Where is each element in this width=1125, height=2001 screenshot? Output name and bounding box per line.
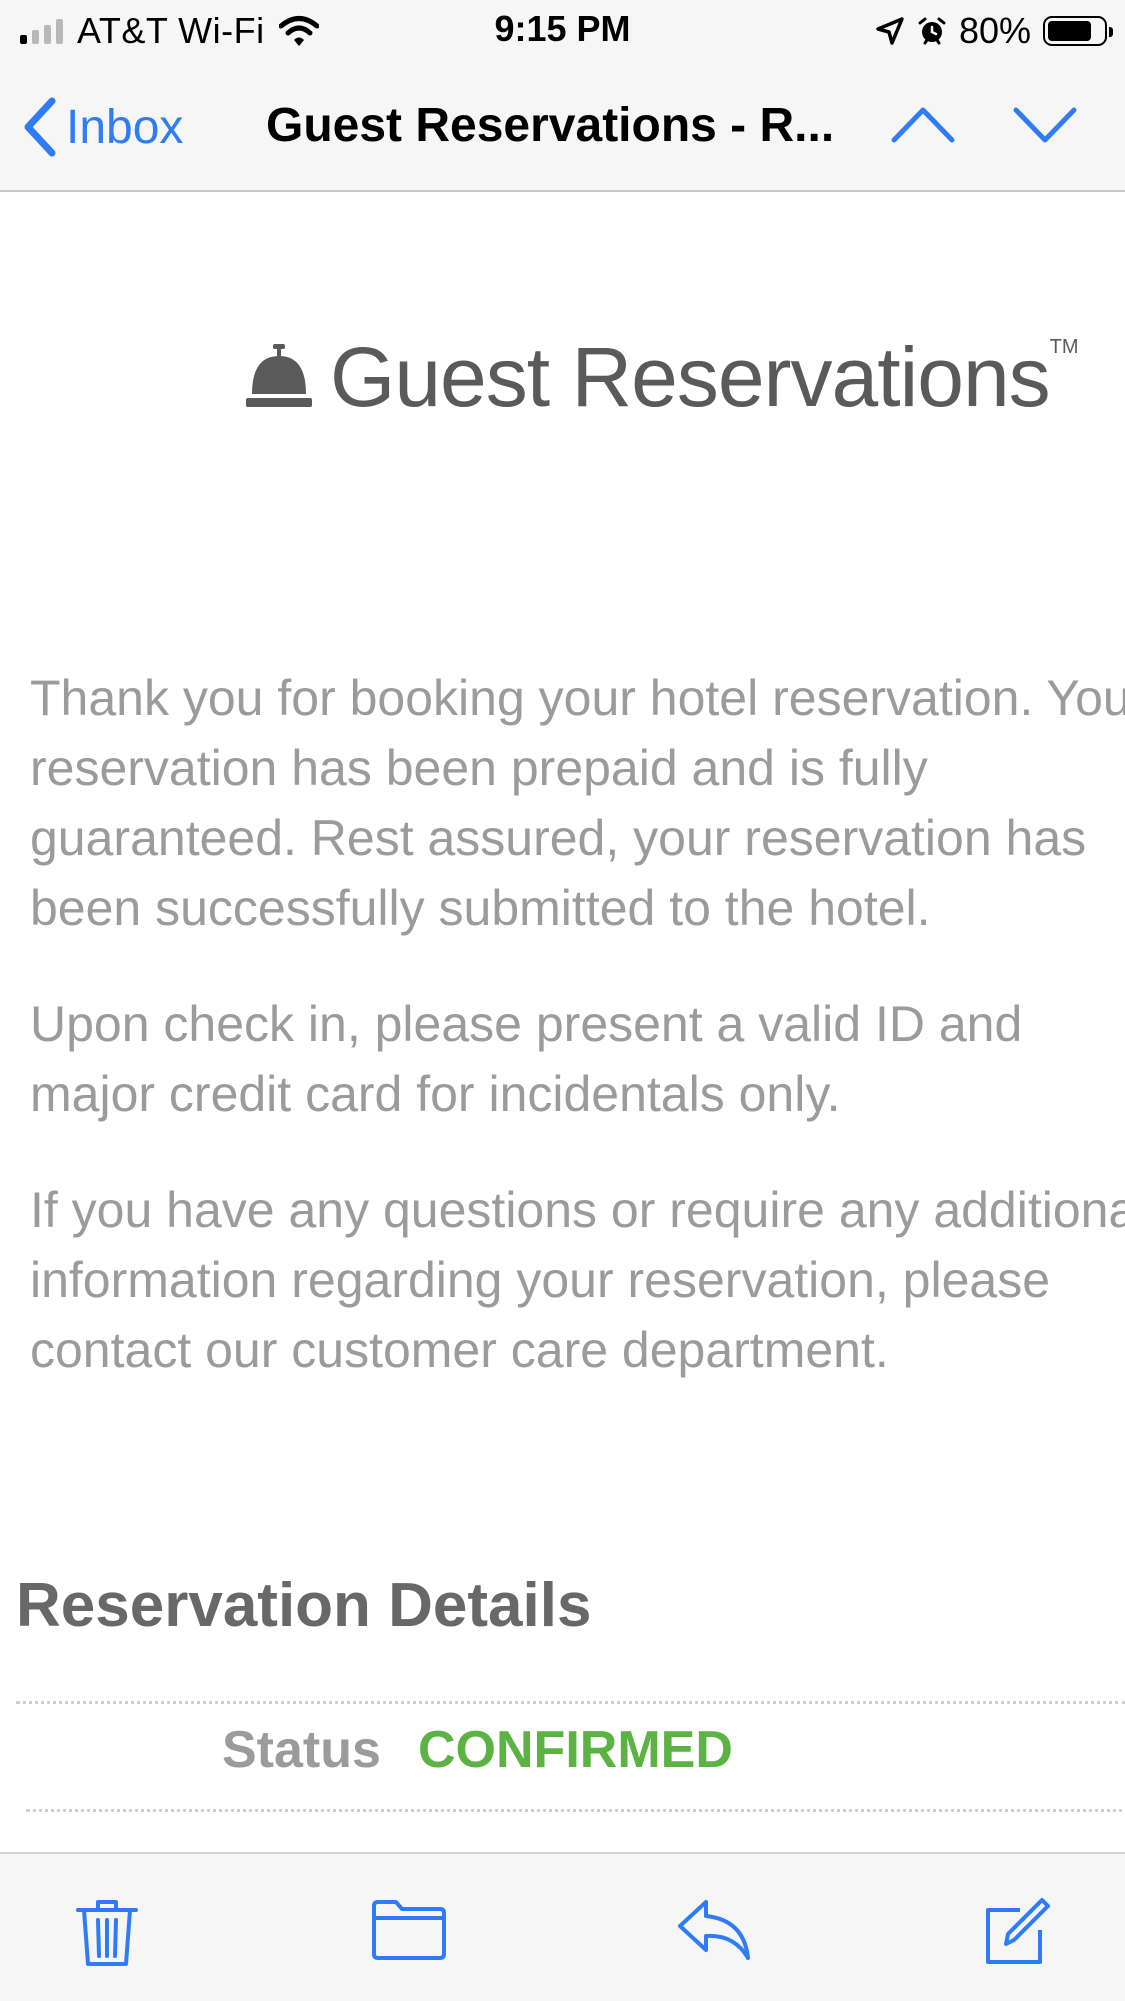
email-subject-title: Guest Reservations - R... bbox=[266, 99, 835, 152]
paragraph-line: major credit card for incidentals only. bbox=[30, 1066, 841, 1122]
battery-icon bbox=[1043, 16, 1113, 46]
previous-message-button[interactable] bbox=[890, 100, 956, 153]
reply-button[interactable] bbox=[676, 1896, 752, 1967]
reservation-details-heading: Reservation Details bbox=[16, 1571, 592, 1640]
chevron-left-icon bbox=[24, 97, 56, 157]
questions-paragraph: If you have any questions or require any… bbox=[30, 1175, 1125, 1385]
reply-icon bbox=[678, 1900, 750, 1960]
status-row: Status CONFIRMED bbox=[0, 1720, 1125, 1790]
check-in-paragraph: Upon check in, please present a valid ID… bbox=[30, 989, 1125, 1129]
paragraph-line: been successfully submitted to the hotel… bbox=[30, 880, 931, 936]
battery-fill bbox=[1048, 21, 1092, 41]
status-value: CONFIRMED bbox=[418, 1721, 733, 1779]
chevron-down-icon bbox=[1013, 107, 1077, 143]
alarm-icon bbox=[918, 17, 946, 45]
status-right: 80% bbox=[875, 10, 1113, 52]
folder-icon bbox=[372, 1900, 446, 1960]
status-label: Status bbox=[222, 1721, 381, 1779]
paragraph-line: information regarding your reservation, … bbox=[30, 1252, 1050, 1308]
dotted-divider bbox=[26, 1809, 1125, 1812]
trash-icon bbox=[76, 1900, 138, 1966]
paragraph-line: Thank you for booking your hotel reserva… bbox=[30, 670, 1125, 726]
navigation-bar: Inbox Guest Reservations - R... bbox=[0, 62, 1125, 192]
trash-button[interactable] bbox=[74, 1896, 140, 1973]
paragraph-line: guaranteed. Rest assured, your reservati… bbox=[30, 810, 1087, 866]
email-body[interactable]: Guest Reservations TM Thank you for book… bbox=[0, 192, 1125, 1852]
back-to-inbox-button[interactable]: Inbox bbox=[22, 96, 183, 158]
chevron-up-icon bbox=[891, 107, 955, 143]
compose-icon bbox=[986, 1898, 1050, 1964]
paragraph-line: If you have any questions or require any… bbox=[30, 1182, 1125, 1238]
thank-you-paragraph: Thank you for booking your hotel reserva… bbox=[30, 663, 1125, 943]
dotted-divider bbox=[16, 1701, 1125, 1704]
logo-text: Guest Reservations bbox=[330, 329, 1051, 424]
paragraph-line: reservation has been prepaid and is full… bbox=[30, 740, 928, 796]
status-bar: AT&T Wi-Fi 9:15 PM 80% bbox=[0, 0, 1125, 62]
bottom-toolbar bbox=[0, 1852, 1125, 2001]
guest-reservations-logo: Guest Reservations TM bbox=[244, 327, 1079, 427]
move-to-folder-button[interactable] bbox=[370, 1896, 448, 1967]
location-arrow-icon bbox=[876, 17, 904, 45]
paragraph-line: Upon check in, please present a valid ID… bbox=[30, 996, 1023, 1052]
logo-trademark: TM bbox=[1049, 335, 1079, 358]
compose-button[interactable] bbox=[980, 1896, 1052, 1973]
back-button-label: Inbox bbox=[66, 100, 184, 154]
paragraph-line: contact our customer care department. bbox=[30, 1322, 889, 1378]
battery-percent: 80% bbox=[958, 10, 1031, 51]
service-bell-icon bbox=[246, 344, 312, 407]
next-message-button[interactable] bbox=[1012, 100, 1078, 153]
